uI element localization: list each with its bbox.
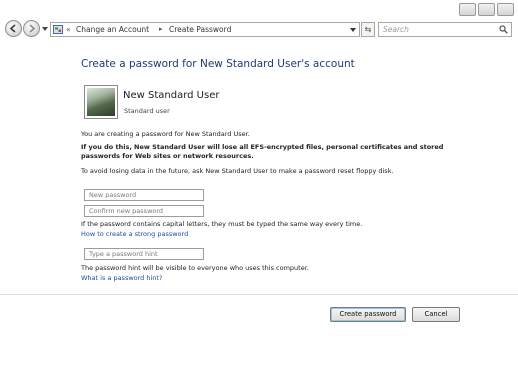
info-creating-password: You are creating a password for New Stan… — [81, 130, 250, 138]
cancel-button[interactable]: Cancel — [412, 307, 460, 322]
recent-pages-dropdown[interactable] — [42, 27, 48, 31]
password-hint-input[interactable]: Type a password hint — [84, 248, 204, 260]
password-hint-help-link[interactable]: What is a password hint? — [81, 274, 162, 282]
breadcrumb-create-password[interactable]: Create Password — [169, 23, 231, 36]
window-controls — [459, 3, 514, 16]
create-password-button[interactable]: Create password — [330, 307, 406, 322]
navigation-toolbar: « Change an Account ▸ Create Password ⇆ … — [0, 17, 518, 41]
maximize-button[interactable] — [478, 3, 495, 16]
user-account-type: Standard user — [124, 107, 170, 115]
forward-button[interactable] — [23, 20, 40, 37]
hint-visibility-note: The password hint will be visible to eve… — [81, 264, 309, 272]
refresh-button[interactable]: ⇆ — [361, 22, 375, 37]
page-title: Create a password for New Standard User'… — [81, 58, 355, 70]
arrow-right-icon — [29, 24, 36, 33]
back-button[interactable] — [5, 20, 22, 37]
breadcrumb-separator[interactable]: ▸ — [159, 23, 163, 36]
user-avatar — [84, 85, 118, 119]
strong-password-link[interactable]: How to create a strong password — [81, 230, 188, 238]
user-name: New Standard User — [123, 90, 220, 101]
new-password-input[interactable]: New password — [84, 189, 204, 201]
control-panel-icon — [53, 25, 63, 34]
address-bar[interactable]: « Change an Account ▸ Create Password — [50, 22, 360, 37]
breadcrumb-overflow[interactable]: « — [66, 23, 71, 36]
address-dropdown-icon[interactable] — [350, 28, 356, 32]
warning-line-1: If you do this, New Standard User will l… — [81, 143, 444, 151]
divider — [0, 294, 518, 295]
search-placeholder: Search — [383, 25, 409, 34]
refresh-icon: ⇆ — [364, 25, 372, 34]
search-icon[interactable] — [499, 25, 508, 34]
close-button[interactable] — [497, 3, 514, 16]
breadcrumb-change-account[interactable]: Change an Account — [76, 23, 149, 36]
arrow-left-icon — [9, 24, 16, 33]
search-box[interactable]: Search — [378, 22, 512, 37]
confirm-password-input[interactable]: Confirm new password — [84, 205, 204, 217]
info-reset-disk: To avoid losing data in the future, ask … — [81, 167, 394, 175]
minimize-button[interactable] — [459, 3, 476, 16]
warning-line-2: passwords for Web sites or network resou… — [81, 152, 254, 160]
capitals-note: If the password contains capital letters… — [81, 220, 363, 228]
